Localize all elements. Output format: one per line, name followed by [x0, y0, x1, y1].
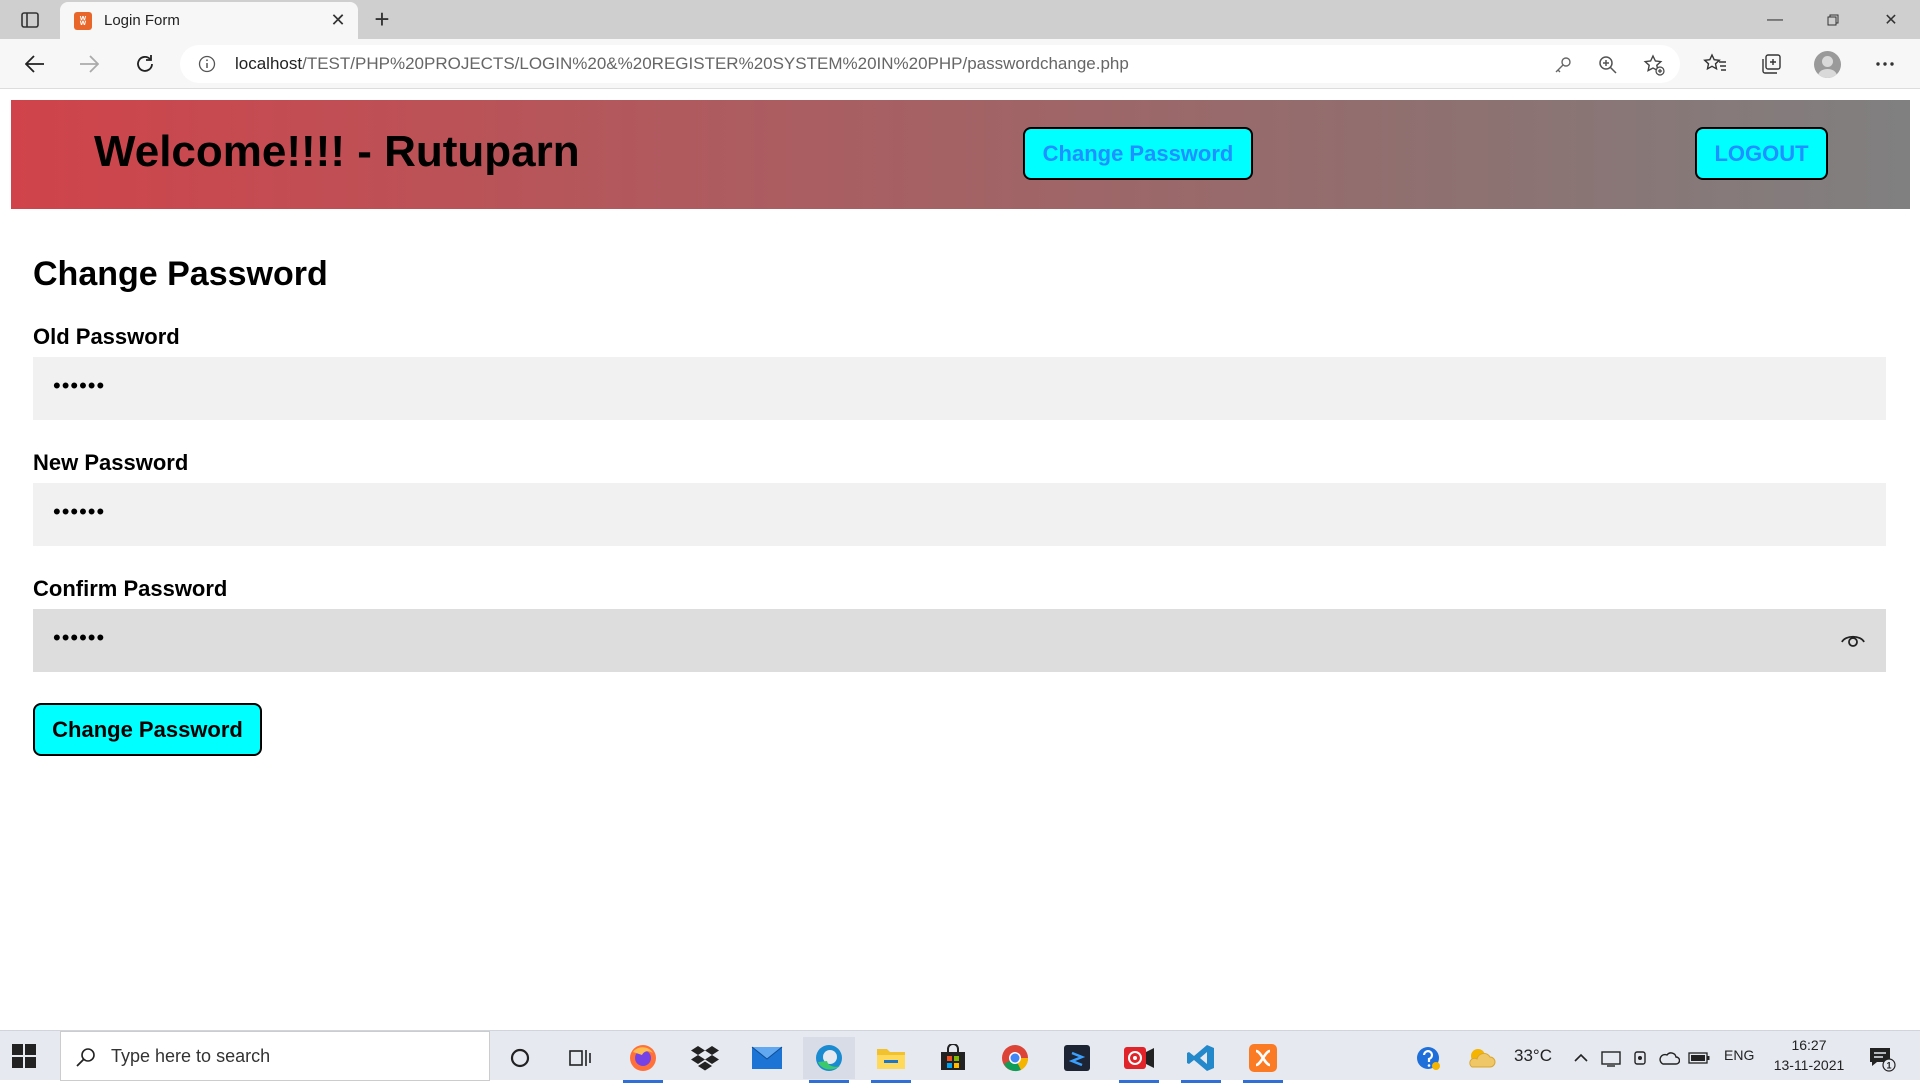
new-password-label: New Password: [33, 450, 189, 475]
help-icon[interactable]: [1402, 1037, 1454, 1079]
browser-tab-bar: ʬ Login Form ✕ + — ✕: [0, 0, 1920, 39]
notification-icon[interactable]: 1: [1862, 1037, 1902, 1079]
xampp-favicon: ʬ: [74, 12, 92, 30]
meet-now-icon[interactable]: [1628, 1037, 1654, 1079]
battery-icon[interactable]: [1686, 1037, 1712, 1079]
restore-icon[interactable]: [1804, 0, 1862, 39]
tab-title: Login Form: [104, 12, 180, 29]
tab-actions-icon[interactable]: [16, 8, 44, 32]
old-password-label: Old Password: [33, 324, 180, 349]
search-icon: [76, 1048, 95, 1067]
network-icon[interactable]: [1598, 1037, 1624, 1079]
dropbox-icon[interactable]: [679, 1037, 731, 1079]
zoom-icon[interactable]: [1597, 54, 1619, 76]
chrome-icon[interactable]: [989, 1037, 1041, 1079]
mail-icon[interactable]: [741, 1037, 793, 1079]
logout-button[interactable]: LOGOUT: [1695, 127, 1828, 180]
store-icon[interactable]: [927, 1037, 979, 1079]
refresh-icon[interactable]: [130, 49, 160, 79]
address-bar[interactable]: localhost/TEST/PHP%20PROJECTS/LOGIN%20&%…: [180, 45, 1680, 83]
notification-count: 1: [1886, 1061, 1891, 1071]
eye-icon[interactable]: [1840, 629, 1866, 651]
old-password-field[interactable]: ••••••: [33, 357, 1886, 420]
system-clock[interactable]: 16:27 13-11-2021: [1764, 1035, 1854, 1075]
add-favorite-icon[interactable]: [1643, 54, 1665, 76]
new-password-value: ••••••: [53, 499, 106, 524]
site-header: Welcome!!!! - Rutuparn Change Password L…: [11, 100, 1910, 209]
task-view-icon[interactable]: [554, 1037, 606, 1079]
form-title: Change Password: [33, 255, 328, 293]
language-indicator[interactable]: ENG: [1724, 1047, 1754, 1063]
clock-time: 16:27: [1791, 1037, 1827, 1053]
weather-temperature[interactable]: 33°C: [1514, 1046, 1552, 1066]
change-password-submit-button[interactable]: Change Password: [33, 703, 262, 756]
recorder-icon[interactable]: [1113, 1037, 1165, 1083]
forward-arrow-icon[interactable]: [74, 49, 104, 79]
plus-icon[interactable]: +: [368, 6, 396, 34]
favorites-icon[interactable]: [1700, 49, 1730, 79]
weather-icon[interactable]: [1464, 1037, 1498, 1079]
edge-icon[interactable]: [803, 1037, 855, 1083]
minimize-icon[interactable]: —: [1746, 0, 1804, 39]
new-password-field[interactable]: ••••••: [33, 483, 1886, 546]
onedrive-icon[interactable]: [1656, 1037, 1682, 1079]
close-icon[interactable]: ✕: [328, 10, 348, 30]
chevron-up-icon[interactable]: [1570, 1037, 1592, 1079]
confirm-password-field[interactable]: ••••••: [33, 609, 1886, 672]
header-change-password-button[interactable]: Change Password: [1023, 127, 1253, 180]
old-password-value: ••••••: [53, 373, 106, 398]
back-arrow-icon[interactable]: [20, 49, 50, 79]
vscode-icon[interactable]: [1175, 1037, 1227, 1083]
browser-tab[interactable]: ʬ Login Form ✕: [60, 2, 358, 39]
url-text: localhost/TEST/PHP%20PROJECTS/LOGIN%20&%…: [235, 54, 1129, 73]
clock-date: 13-11-2021: [1773, 1057, 1845, 1073]
search-placeholder: Type here to search: [111, 1046, 271, 1066]
key-icon[interactable]: [1552, 54, 1574, 76]
sublime-icon[interactable]: [1051, 1037, 1103, 1079]
windows-start-icon[interactable]: [12, 1044, 36, 1068]
collections-icon[interactable]: [1756, 49, 1786, 79]
file-explorer-icon[interactable]: [865, 1037, 917, 1083]
confirm-password-value: ••••••: [53, 625, 106, 650]
xampp-icon[interactable]: [1237, 1037, 1289, 1083]
firefox-icon[interactable]: [617, 1037, 669, 1083]
page-content: Welcome!!!! - Rutuparn Change Password L…: [0, 90, 1920, 1030]
windows-taskbar: Type here to search 33°C ENG 16:27 13-11…: [0, 1030, 1920, 1083]
info-icon[interactable]: [198, 55, 216, 73]
cortana-icon[interactable]: [494, 1037, 546, 1079]
confirm-password-label: Confirm Password: [33, 576, 228, 601]
taskbar-search-box[interactable]: Type here to search: [60, 1031, 490, 1081]
profile-avatar[interactable]: [1814, 51, 1841, 78]
browser-toolbar: localhost/TEST/PHP%20PROJECTS/LOGIN%20&%…: [0, 39, 1920, 89]
more-icon[interactable]: [1870, 49, 1900, 79]
window-close-icon[interactable]: ✕: [1862, 0, 1920, 39]
welcome-heading: Welcome!!!! - Rutuparn: [94, 127, 580, 176]
